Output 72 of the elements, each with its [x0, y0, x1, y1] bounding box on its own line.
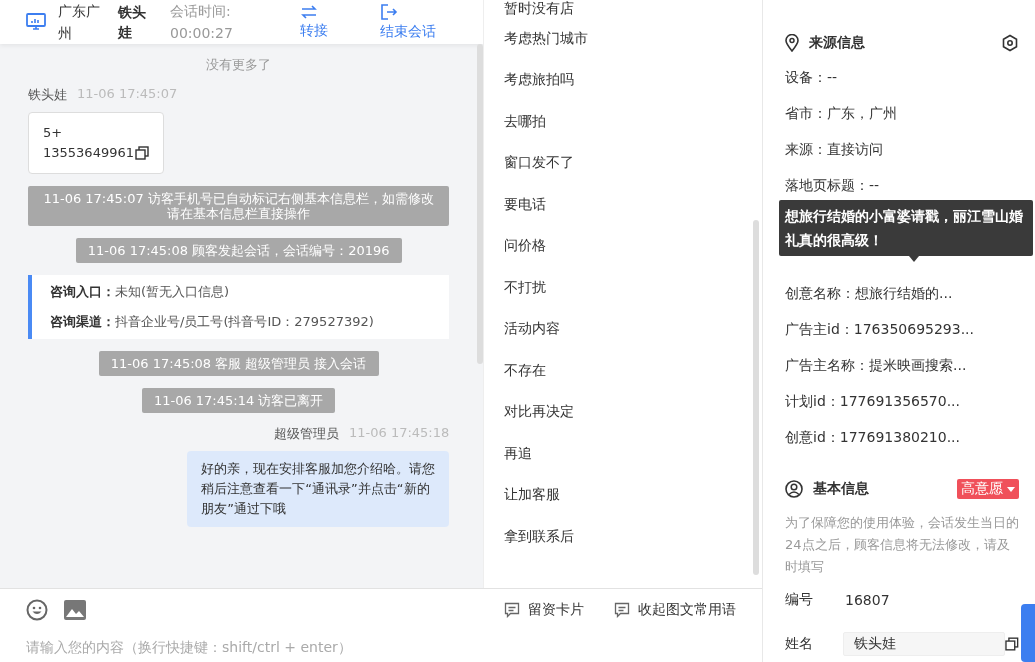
entry-value: 未知(暂无入口信息) [115, 284, 230, 299]
info-field: 广告主名称：提米映画搜索... [785, 348, 1019, 384]
transfer-button[interactable]: 转接 [300, 4, 328, 40]
quick-phrase[interactable]: 暂时没有店 [504, 0, 762, 18]
quick-phrase[interactable]: 窗口发不了 [504, 142, 762, 184]
scrollbar[interactable] [477, 44, 484, 364]
entry-value: 抖音企业号/员工号(抖音号ID：279527392) [115, 314, 374, 329]
caret-icon [1007, 486, 1015, 492]
quick-phrase[interactable]: 对比再决定 [504, 391, 762, 433]
duration-label: 会话时间: [170, 2, 232, 21]
message-time: 11-06 17:45:18 [349, 425, 450, 442]
settings-icon[interactable] [1001, 34, 1019, 52]
system-notice: 11-06 17:45:14 访客已离开 [141, 388, 336, 413]
quick-phrase[interactable]: 拿到联系后 [504, 516, 762, 558]
duration-value: 00:00:27 [170, 24, 234, 43]
user-icon [785, 480, 803, 498]
field-value: 16807 [845, 592, 890, 608]
info-field: 设备：-- [785, 60, 1019, 96]
quick-phrase[interactable]: 考虑热门城市 [504, 18, 762, 60]
info-field: 创意名称：想旅行结婚的... [785, 276, 1019, 312]
quick-phrase[interactable]: 不打扰 [504, 267, 762, 309]
section-title: 来源信息 [809, 34, 865, 52]
quick-phrase[interactable]: 不存在 [504, 350, 762, 392]
card-text: 13553649961 [43, 144, 134, 162]
quick-phrase[interactable]: 去哪拍 [504, 101, 762, 143]
toolbar-button[interactable]: 收起图文常用语 [614, 601, 736, 619]
image-icon[interactable] [64, 600, 86, 620]
intent-dropdown[interactable]: 高意愿 [957, 479, 1019, 499]
quick-phrase[interactable]: 让加客服 [504, 474, 762, 516]
tooltip: 想旅行结婚的小富婆请戳，丽江雪山婚礼真的很高级！ [779, 200, 1033, 262]
location-pin-icon [785, 34, 799, 52]
info-field: 计划id：177691356570... [785, 384, 1019, 420]
toolbar-button[interactable]: 留资卡片 [504, 601, 584, 619]
system-notice: 11-06 17:45:08 客服 超级管理员 接入会话 [98, 351, 379, 376]
message-time: 11-06 17:45:07 [77, 86, 178, 103]
end-session-button[interactable]: 结束会话 [380, 3, 436, 41]
quick-phrase[interactable]: 要电话 [504, 184, 762, 226]
visitor-name: 铁头娃 [118, 3, 147, 42]
transfer-icon [300, 4, 318, 20]
quick-phrase[interactable]: 考虑旅拍吗 [504, 59, 762, 101]
copy-icon[interactable] [1005, 637, 1019, 651]
sender-name: 铁头娃 [28, 86, 67, 104]
quick-phrase[interactable]: 再追 [504, 433, 762, 475]
monitor-icon [26, 13, 46, 31]
info-field: 广告主id：176350695293... [785, 312, 1019, 348]
sender-name: 超级管理员 [274, 425, 339, 443]
quick-phrase[interactable]: 问价格 [504, 225, 762, 267]
tooltip-pointer-icon [909, 256, 919, 262]
info-field: 省市：广东，广州 [785, 96, 1019, 132]
field-label: 姓名 [785, 635, 814, 653]
info-field: 创意id：177691380210... [785, 420, 1019, 456]
field-label: 编号 [785, 591, 814, 609]
card-text: 5+ [43, 124, 64, 142]
message-icon [504, 602, 520, 618]
chat-bubble: 好的亲，现在安排客服加您介绍哈。请您稍后注意查看一下“通讯录”并点击“新的朋友”通过下哦 [187, 451, 450, 527]
copy-icon[interactable] [135, 146, 149, 160]
system-notice: 11-06 17:45:07 访客手机号已自动标记右侧基本信息栏，如需修改请在基本信息栏直接操作 [28, 186, 450, 226]
section-title: 基本信息 [813, 480, 869, 498]
emoji-icon[interactable] [26, 599, 48, 621]
info-field: 来源：直接访问 [785, 132, 1019, 168]
message-icon [614, 602, 630, 618]
exit-icon [380, 3, 398, 21]
notice-text: 为了保障您的使用体验，会话发生当日的24点之后，顾客信息将无法修改，请及时填写 [785, 514, 1019, 576]
name-field[interactable]: 铁头娃 [843, 632, 1006, 656]
no-more-text: 没有更多了 [206, 56, 272, 74]
system-notice: 11-06 17:45:08 顾客发起会话，会话编号：20196 [75, 238, 402, 263]
entry-label: 咨询入口： [50, 284, 115, 299]
entry-label: 咨询渠道： [50, 314, 115, 329]
quick-phrase[interactable]: 活动内容 [504, 308, 762, 350]
scrollbar[interactable] [753, 220, 759, 575]
message-input[interactable]: 请输入您的内容（换行快捷键：shift/ctrl + enter） [26, 639, 426, 655]
visitor-location: 广东广州 [58, 2, 101, 43]
